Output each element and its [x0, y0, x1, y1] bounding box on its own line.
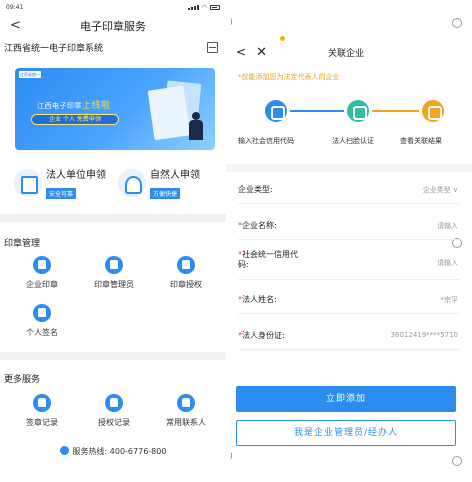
- grid-label: 印章授权: [170, 280, 202, 289]
- field-label: 企业名称:: [242, 221, 277, 230]
- service-hotline[interactable]: 服务热线: 400-6776-800: [0, 446, 226, 457]
- grid-label: 企业印章: [26, 280, 58, 289]
- system-header: 江西省统一电子印章系统: [0, 38, 226, 56]
- field-label: 法人身份证:: [242, 331, 285, 340]
- seal-mgmt-title: 印章管理: [4, 239, 41, 249]
- legal-entity-icon: [14, 169, 42, 197]
- face-scan-step-icon: [347, 100, 369, 122]
- banner-logo: 江西省统一: [19, 71, 41, 78]
- grid-label: 授权记录: [98, 418, 130, 427]
- progress-steps: 输入社会信用代码 法人扫脸认证 查看关联结果: [234, 100, 460, 150]
- left-screen: 09:41 ◠ < 电子印章服务 江西省统一电子印章系统 江西省统一 江西电子印…: [0, 0, 226, 482]
- grid-label: 签章记录: [26, 418, 58, 427]
- step-label-1: 输入社会信用代码: [238, 137, 294, 145]
- page-title: 关联企业: [327, 49, 364, 59]
- card-legal-entity[interactable]: 法人单位申领 安全可靠: [14, 164, 114, 202]
- field-credit-code[interactable]: *社会统一信用代 码: 请输入: [238, 246, 460, 280]
- field-legal-id[interactable]: *法人身份证: 36012419****5710: [238, 322, 460, 350]
- document-illustration: [147, 85, 191, 141]
- hint-text: *仅能添加您为法定代表人的企业: [238, 73, 340, 81]
- right-screen: ) < ✕ 关联企业 *仅能添加您为法定代表人的企业 输入社会信用代码 法人扫脸…: [226, 0, 472, 482]
- seal-auth-icon: [177, 256, 195, 274]
- step-connector: [372, 110, 419, 112]
- status-bar: 09:41 ◠: [0, 0, 226, 14]
- admin-agent-button[interactable]: 我是企业管理员/经办人: [236, 420, 456, 446]
- close-button[interactable]: ✕: [256, 45, 267, 60]
- grid-label: 常用联系人: [166, 418, 206, 427]
- sign-records-icon: [33, 394, 51, 412]
- card-natural-person-tag: 方便快捷: [150, 188, 181, 199]
- add-now-button[interactable]: 立即添加: [236, 386, 456, 412]
- legal-id-input[interactable]: 36012419****5710: [391, 331, 458, 339]
- grid-sign-records[interactable]: 签章记录: [12, 394, 72, 428]
- grid-label: 个人签名: [26, 328, 58, 337]
- back-button[interactable]: <: [10, 18, 21, 33]
- enterprise-name-input[interactable]: 请输入: [437, 221, 458, 231]
- field-enterprise-name[interactable]: *企业名称: 请输入: [238, 212, 460, 240]
- apply-cards: 法人单位申领 安全可靠 自然人申领 方便快捷: [14, 164, 218, 202]
- enterprise-type-select[interactable]: 企业类型 ∨: [423, 185, 458, 195]
- notification-dot: [280, 36, 285, 41]
- grid-auth-records[interactable]: 授权记录: [84, 394, 144, 428]
- circle-mark-icon: [452, 18, 462, 28]
- status-time: 09:41: [6, 3, 24, 11]
- seal-admin-icon: [105, 256, 123, 274]
- banner-headline: 江西电子印章上线啦: [37, 98, 111, 111]
- card-legal-entity-title: 法人单位申领: [46, 170, 106, 181]
- top-mark: ): [230, 18, 233, 26]
- field-label: 法人姓名:: [242, 295, 277, 304]
- person-illustration: [187, 112, 205, 142]
- hotline-text: 服务热线: 400-6776-800: [72, 447, 167, 456]
- more-services-title: 更多服务: [4, 375, 41, 385]
- bottom-mark: ): [230, 452, 233, 460]
- banner-headline-pre: 江西电子印章: [37, 102, 82, 110]
- page-title: 电子印章服务: [80, 20, 146, 33]
- field-legal-name[interactable]: *法人姓名: *宗平: [238, 286, 460, 314]
- grid-seal-admin[interactable]: 印章管理员: [84, 256, 144, 290]
- credit-code-input[interactable]: 请输入: [437, 258, 458, 268]
- grid-personal-signature[interactable]: 个人签名: [12, 304, 72, 338]
- grid-enterprise-seal[interactable]: 企业印章: [12, 256, 72, 290]
- phone-icon: [59, 446, 69, 455]
- grid-seal-auth[interactable]: 印章授权: [156, 256, 216, 290]
- wifi-icon: ◠: [201, 3, 207, 11]
- battery-icon: [210, 4, 220, 10]
- grid-contacts[interactable]: 常用联系人: [156, 394, 216, 428]
- promo-banner[interactable]: 江西省统一 江西电子印章上线啦 企业 个人 免费申领: [15, 68, 215, 150]
- contacts-icon: [177, 394, 195, 412]
- divider: [0, 352, 226, 360]
- back-button[interactable]: <: [236, 45, 246, 59]
- right-nav-bar: < ✕ 关联企业: [236, 36, 456, 64]
- screenshot-root: 09:41 ◠ < 电子印章服务 江西省统一电子印章系统 江西省统一 江西电子印…: [0, 0, 472, 482]
- enterprise-seal-icon: [33, 256, 51, 274]
- card-natural-person-title: 自然人申领: [150, 170, 200, 181]
- result-step-icon: [422, 100, 444, 122]
- step-connector: [290, 110, 344, 112]
- circle-mark-icon: [452, 456, 462, 466]
- field-label: 社会统一信用代 码:: [238, 250, 298, 269]
- signal-icon: [187, 4, 199, 10]
- field-enterprise-type[interactable]: 企业类型: 企业类型 ∨: [238, 176, 460, 204]
- banner-headline-highlight: 上线啦: [82, 101, 111, 111]
- divider: [226, 164, 472, 172]
- divider: [0, 214, 226, 222]
- step-label-2: 法人扫脸认证: [332, 137, 374, 145]
- auth-records-icon: [105, 394, 123, 412]
- legal-name-input[interactable]: *宗平: [441, 295, 459, 305]
- card-natural-person[interactable]: 自然人申领 方便快捷: [118, 164, 218, 202]
- card-legal-entity-tag: 安全可靠: [46, 188, 77, 199]
- field-label: 企业类型:: [238, 185, 273, 194]
- natural-person-icon: [118, 169, 146, 197]
- personal-signature-icon: [33, 304, 51, 322]
- status-icons: ◠: [187, 3, 220, 11]
- banner-pill: 企业 个人 免费申领: [31, 114, 119, 125]
- grid-label: 印章管理员: [94, 280, 134, 289]
- scan-icon[interactable]: [207, 41, 218, 53]
- nav-bar: < 电子印章服务: [0, 14, 226, 38]
- step-label-3: 查看关联结果: [400, 137, 442, 145]
- credit-code-step-icon: [265, 100, 287, 122]
- system-name: 江西省统一电子印章系统: [4, 43, 104, 54]
